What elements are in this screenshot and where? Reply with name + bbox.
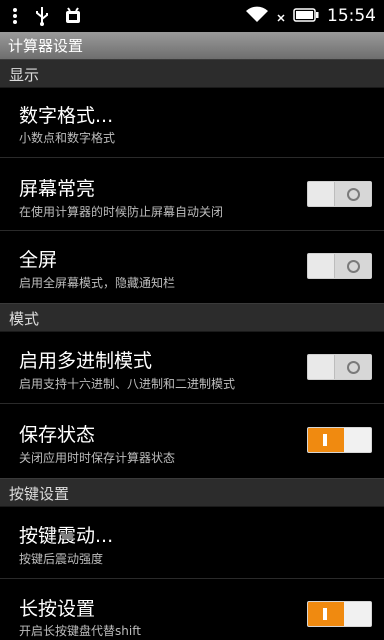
page-title: 计算器设置 <box>8 37 84 55</box>
setting-subtitle: 启用全屏幕模式，隐藏通知栏 <box>19 276 176 290</box>
setting-key-vibration[interactable]: 按键震动... 按键后震动强度 <box>0 506 384 578</box>
save-state-toggle[interactable] <box>307 427 372 453</box>
setting-number-format[interactable]: 数字格式... 小数点和数字格式 <box>0 87 384 157</box>
section-display: 显示 <box>0 59 384 88</box>
setting-subtitle: 启用支持十六进制、八进制和二进制模式 <box>19 377 236 391</box>
section-label: 模式 <box>9 310 40 328</box>
battery-icon <box>293 7 319 26</box>
setting-screen-on[interactable]: 屏幕常亮 在使用计算器的时候防止屏幕自动关闭 <box>0 158 384 230</box>
setting-subtitle: 按键后震动强度 <box>19 552 104 566</box>
setting-subtitle: 关闭应用时时保存计算器状态 <box>19 451 176 465</box>
menu-dots-icon <box>10 7 20 29</box>
setting-title: 数字格式... <box>19 105 114 127</box>
setting-multi-base[interactable]: 启用多进制模式 启用支持十六进制、八进制和二进制模式 <box>0 331 384 403</box>
section-key-settings: 按键设置 <box>0 478 384 507</box>
setting-title: 保存状态 <box>19 424 96 446</box>
setting-title: 长按设置 <box>19 598 96 620</box>
clock: 15:54 <box>327 6 376 26</box>
fullscreen-toggle[interactable] <box>307 253 372 279</box>
section-mode: 模式 <box>0 303 384 332</box>
setting-long-press[interactable]: 长按设置 开启长按键盘代替shift <box>0 579 384 640</box>
wifi-icon <box>245 5 269 27</box>
screen-on-toggle[interactable] <box>307 181 372 207</box>
setting-title: 全屏 <box>19 249 58 271</box>
setting-title: 屏幕常亮 <box>19 178 96 200</box>
signal-off-icon <box>277 7 285 26</box>
section-label: 按键设置 <box>9 485 70 503</box>
section-label: 显示 <box>9 66 40 84</box>
setting-subtitle: 开启长按键盘代替shift <box>19 624 141 638</box>
usb-icon <box>34 6 50 30</box>
title-bar: 计算器设置 <box>0 32 384 60</box>
setting-subtitle: 在使用计算器的时候防止屏幕自动关闭 <box>19 205 224 219</box>
status-bar: 15:54 <box>0 0 384 32</box>
setting-title: 启用多进制模式 <box>19 350 153 372</box>
android-debug-icon <box>64 6 82 30</box>
setting-fullscreen[interactable]: 全屏 启用全屏幕模式，隐藏通知栏 <box>0 231 384 303</box>
long-press-toggle[interactable] <box>307 601 372 627</box>
setting-save-state[interactable]: 保存状态 关闭应用时时保存计算器状态 <box>0 404 384 478</box>
setting-subtitle: 小数点和数字格式 <box>19 131 116 145</box>
setting-title: 按键震动... <box>19 525 114 547</box>
multi-base-toggle[interactable] <box>307 354 372 380</box>
